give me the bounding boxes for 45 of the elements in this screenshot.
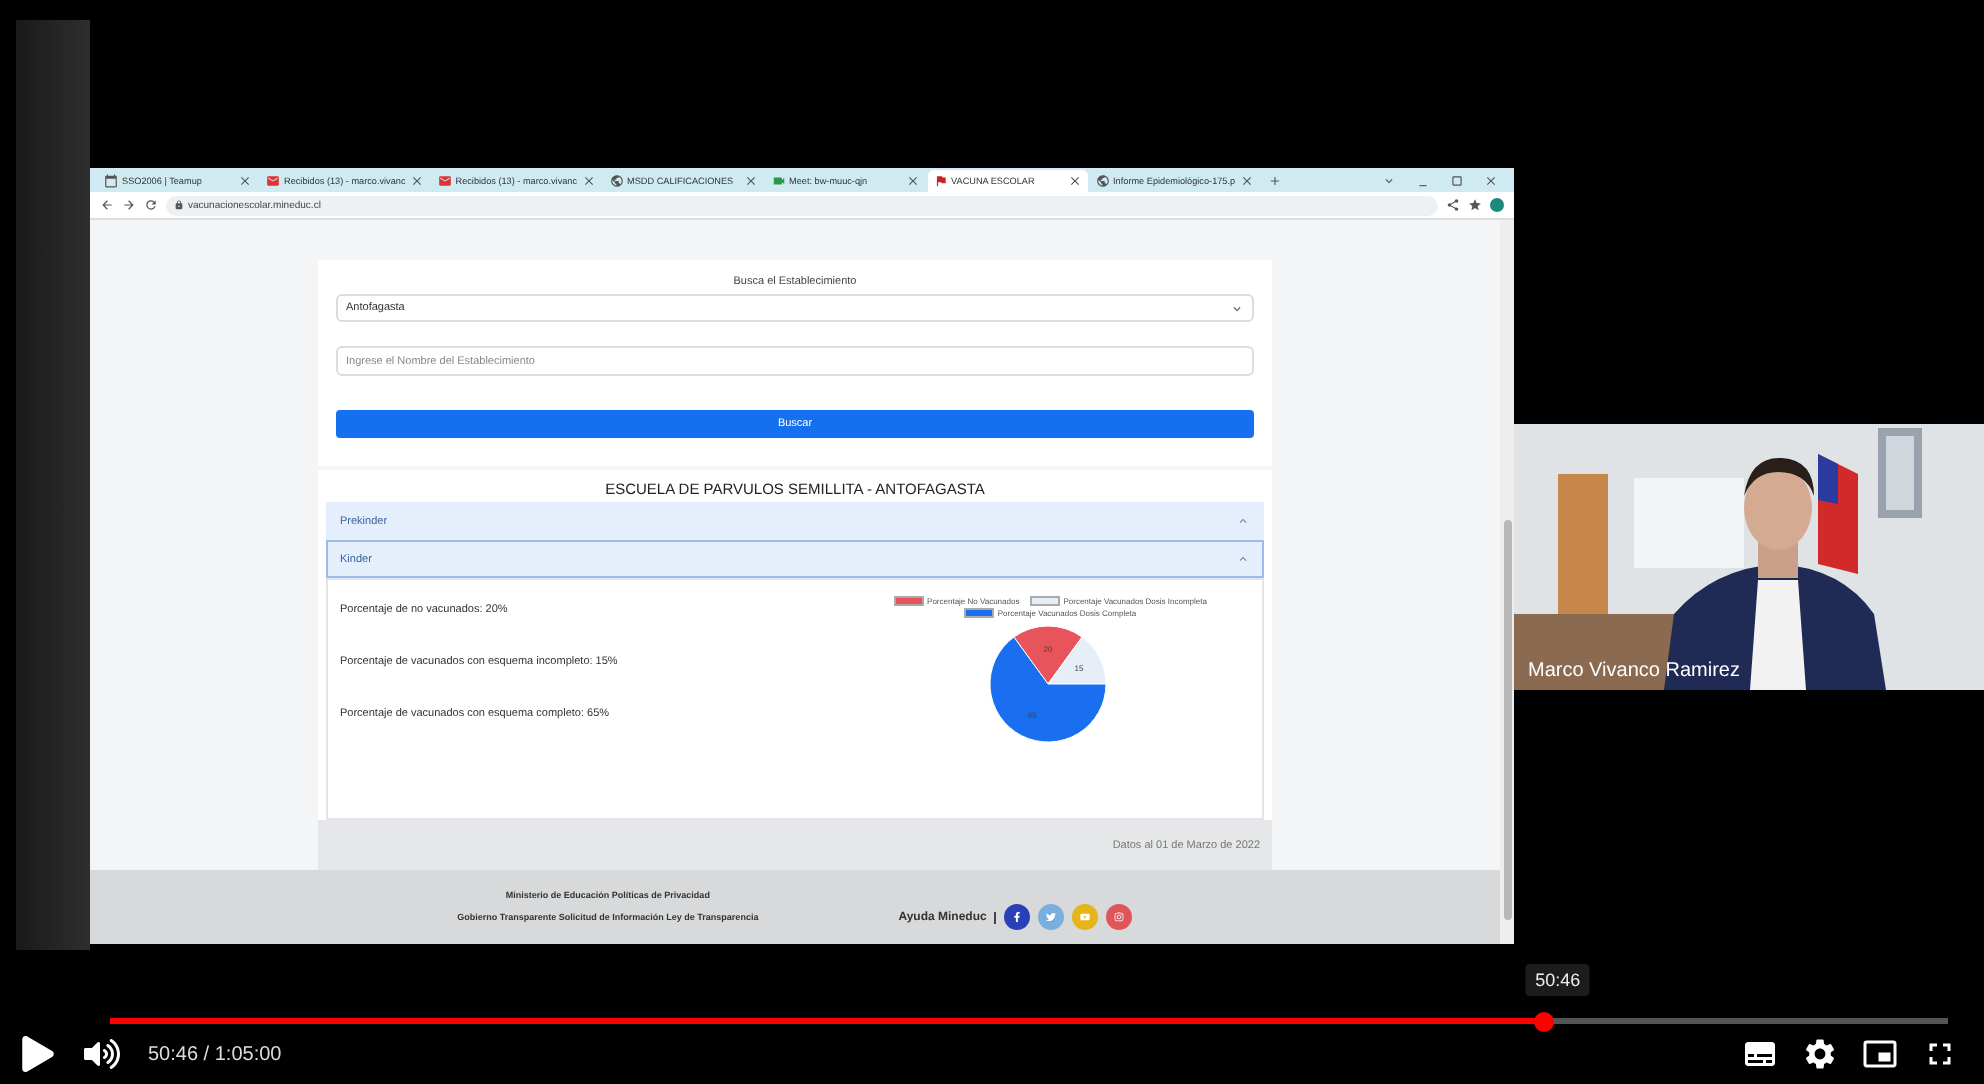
miniplayer-button[interactable] [1862, 1036, 1898, 1072]
participant-name: Marco Vivanco Ramirez [1528, 660, 1740, 682]
close-icon[interactable] [1067, 174, 1082, 188]
back-arrow-icon[interactable] [100, 198, 114, 212]
close-icon[interactable] [1484, 173, 1498, 187]
volume-button[interactable] [84, 1036, 120, 1072]
play-button[interactable] [20, 1036, 56, 1072]
chevron-down-icon[interactable] [1382, 173, 1396, 187]
calendar-icon [104, 174, 118, 188]
star-icon[interactable] [1468, 198, 1482, 212]
close-icon[interactable] [238, 174, 252, 188]
maximize-icon[interactable] [1450, 173, 1464, 187]
time-display: 50:46 / 1:05:00 [148, 1043, 282, 1065]
play-icon [1080, 912, 1091, 922]
camera-icon [1114, 912, 1125, 922]
settings-button[interactable] [1802, 1036, 1838, 1072]
close-icon[interactable] [409, 174, 424, 188]
globe-icon [1095, 174, 1110, 188]
video-camera-icon [771, 174, 786, 188]
forward-arrow-icon[interactable] [122, 198, 136, 212]
bird-icon [1046, 912, 1057, 922]
close-icon[interactable] [905, 174, 920, 188]
plus-icon[interactable] [1267, 173, 1282, 187]
legend-swatch [1029, 596, 1060, 606]
mail-icon [266, 174, 280, 188]
profile-avatar[interactable] [1490, 198, 1504, 212]
close-icon[interactable] [1239, 174, 1254, 188]
flag-icon [933, 174, 948, 188]
legend-swatch [963, 608, 994, 618]
letter-f-icon [1012, 912, 1023, 922]
progress-handle[interactable] [1533, 1011, 1554, 1031]
social-button[interactable] [1004, 904, 1031, 930]
reload-icon[interactable] [144, 198, 158, 212]
time-tooltip: 50:46 [1525, 964, 1591, 996]
legend-swatch [893, 596, 924, 606]
lock-icon [174, 200, 184, 210]
chevron-down-icon [1230, 301, 1244, 315]
chevron-up-icon [1236, 514, 1250, 528]
share-icon[interactable] [1446, 198, 1460, 212]
subtitles-button[interactable] [1742, 1036, 1778, 1072]
globe-icon [609, 174, 624, 188]
mail-icon [437, 174, 452, 188]
close-icon[interactable] [743, 174, 758, 188]
close-icon[interactable] [581, 174, 596, 188]
chevron-up-icon [1236, 552, 1250, 566]
